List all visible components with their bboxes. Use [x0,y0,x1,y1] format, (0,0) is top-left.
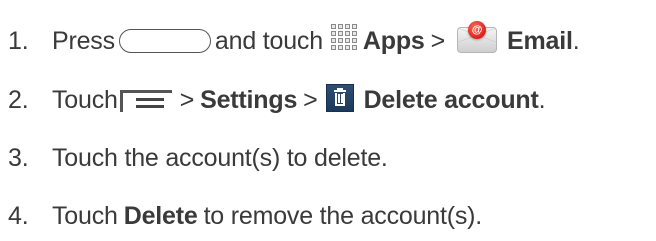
separator: > [179,85,195,114]
period: . [572,26,580,55]
delete-account-label: Delete account [363,85,539,114]
period: . [538,85,546,114]
step-2: 2. Touch > Settings > Delete account . [8,78,546,122]
step-1: 1. Press and touch Apps > @ Email . [8,19,580,63]
step-text-press: Press [52,26,115,55]
step-3: 3. Touch the account(s) to delete. [8,136,388,180]
step-text-touch: Touch [52,85,118,114]
separator: > [303,85,318,114]
step-text: Touch the account(s) to delete. [52,143,388,172]
step-4: 4. Touch Delete to remove the account(s)… [8,194,482,238]
email-badge: @ [468,21,487,39]
delete-label: Delete [123,201,198,230]
step-number: 2. [8,85,29,114]
step-text-and-touch: and touch [214,26,323,55]
step-number: 3. [8,143,29,172]
settings-label: Settings [200,85,298,114]
step-text-touch: Touch [52,201,118,230]
instruction-steps: 1. Press and touch Apps > @ Email . 2. T… [0,0,656,241]
separator: > [430,26,446,55]
apps-grid-icon [330,24,357,50]
step-number: 1. [8,26,29,55]
apps-label: Apps [362,26,425,55]
step-text-rest: to remove the account(s). [203,201,483,230]
email-label: Email [507,26,573,55]
step-number: 4. [8,201,29,230]
menu-key-icon [119,88,172,114]
home-key-icon [118,29,211,53]
trash-icon [325,84,354,112]
email-app-icon: @ [455,21,499,55]
